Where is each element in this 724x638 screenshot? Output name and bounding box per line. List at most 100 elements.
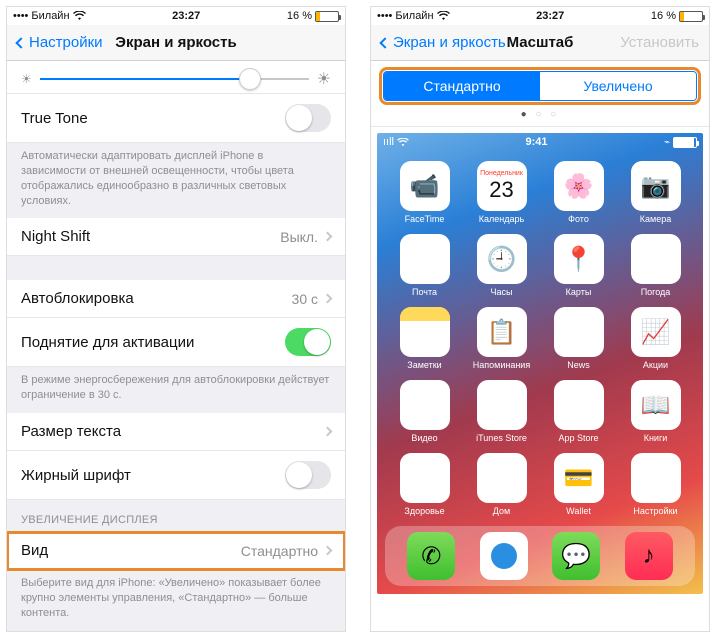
app-label: Заметки <box>407 360 441 370</box>
segmented-wrap: Стандартно Увеличено <box>371 61 709 107</box>
app-карты: 📍 Карты <box>543 234 614 297</box>
app-facetime: 📹 FaceTime <box>389 161 460 224</box>
app-фото: 🌸Фото <box>543 161 614 224</box>
app-label: FaceTime <box>405 214 445 224</box>
home-preview-wrap: ııll 9:41 ⌁ 📹 FaceTime Понедельник23Календ… <box>371 127 709 600</box>
back-button[interactable]: Настройки <box>17 34 103 51</box>
bold-text-toggle[interactable] <box>285 461 331 489</box>
raise-to-wake-toggle[interactable] <box>285 328 331 356</box>
back-button[interactable]: Экран и яркость <box>381 34 506 51</box>
wifi-icon <box>73 11 86 21</box>
акции-icon: 📈 <box>631 307 681 357</box>
signal-icon: •••• <box>13 10 28 22</box>
battery-pct: 16 % <box>651 10 676 22</box>
app-label: Акции <box>643 360 668 370</box>
app-настройки: ⚙︎Настройки <box>620 453 691 516</box>
app-книги: 📖 Книги <box>620 380 691 443</box>
chevron-right-icon <box>323 427 333 437</box>
auto-lock-value: 30 с <box>292 291 318 307</box>
home-screen-preview: ııll 9:41 ⌁ 📹 FaceTime Понедельник23Календ… <box>377 133 703 594</box>
wifi-icon <box>397 138 409 147</box>
phone-display-zoom: •••• Билайн 23:27 16 % Экран и яркость М… <box>370 6 710 632</box>
true-tone-label: True Tone <box>21 110 285 127</box>
app-заметки: Заметки <box>389 307 460 370</box>
app-label: Календарь <box>479 214 524 224</box>
bold-text-row: Жирный шрифт <box>7 451 345 500</box>
app-дом: ⌂ Дом <box>466 453 537 516</box>
view-value: Стандартно <box>241 543 318 559</box>
app-часы: 🕘Часы <box>466 234 537 297</box>
signal-icon: •••• <box>377 10 392 22</box>
chevron-left-icon <box>15 37 26 48</box>
raise-to-wake-label: Поднятие для активации <box>21 334 285 351</box>
signal-icon: ııll <box>383 136 394 148</box>
auto-lock-row[interactable]: Автоблокировка 30 с <box>7 280 345 318</box>
app-акции: 📈 Акции <box>620 307 691 370</box>
true-tone-note: Автоматически адаптировать дисплей iPhon… <box>7 143 345 218</box>
app-label: Напоминания <box>473 360 530 370</box>
status-bar: •••• Билайн 23:27 16 % <box>7 7 345 25</box>
page-dots: ● ○ ○ <box>371 107 709 127</box>
chevron-right-icon <box>323 294 333 304</box>
itunes store-icon: ★ <box>477 380 527 430</box>
app-label: News <box>567 360 590 370</box>
seg-zoomed[interactable]: Увеличено <box>540 72 696 100</box>
wifi-icon <box>437 11 450 21</box>
фото-icon: 🌸 <box>554 161 604 211</box>
погода-icon: ☀︎ <box>631 234 681 284</box>
text-size-row[interactable]: Размер текста <box>7 413 345 451</box>
app-grid: 📹 FaceTime Понедельник23Календарь🌸Фото📷Кам… <box>377 151 703 520</box>
app-календарь: Понедельник23Календарь <box>466 161 537 224</box>
battery-icon <box>673 137 697 148</box>
книги-icon: 📖 <box>631 380 681 430</box>
bold-text-label: Жирный шрифт <box>21 467 285 484</box>
видео-icon: ▶︎ <box>400 380 450 430</box>
dock-safari-icon <box>480 532 528 580</box>
settings-list: ☀︎ ☀︎ True Tone Автоматически адаптирова… <box>7 61 345 631</box>
app-label: Видео <box>411 433 437 443</box>
battery-icon <box>679 11 703 22</box>
app-здоровье: ♥ Здоровье <box>389 453 460 516</box>
set-button[interactable]: Установить <box>620 34 699 51</box>
preview-status-bar: ııll 9:41 ⌁ <box>377 133 703 151</box>
brightness-slider[interactable] <box>40 78 309 80</box>
app-камера: 📷Камера <box>620 161 691 224</box>
карты-icon: 📍 <box>554 234 604 284</box>
night-shift-value: Выкл. <box>280 229 318 245</box>
дом-icon: ⌂ <box>477 453 527 503</box>
nav-bar: Настройки Экран и яркость <box>7 25 345 61</box>
seg-standard[interactable]: Стандартно <box>384 72 540 100</box>
zoom-segmented-control: Стандартно Увеличено <box>383 71 697 101</box>
dock-music-icon: ♪ <box>625 532 673 580</box>
app-видео: ▶︎ Видео <box>389 380 460 443</box>
carrier: Билайн <box>31 10 69 22</box>
preview-time: 9:41 <box>525 136 547 148</box>
true-tone-toggle[interactable] <box>285 104 331 132</box>
text-size-label: Размер текста <box>21 423 324 440</box>
app-label: Почта <box>412 287 437 297</box>
wallet-icon: 💳 <box>554 453 604 503</box>
news-icon: N <box>554 307 604 357</box>
raise-to-wake-row: Поднятие для активации <box>7 318 345 367</box>
app-news: N News <box>543 307 614 370</box>
app-label: Здоровье <box>404 506 444 516</box>
app-label: Дом <box>493 506 510 516</box>
app-label: Карты <box>566 287 592 297</box>
app-почта: ✉︎Почта <box>389 234 460 297</box>
bluetooth-icon: ⌁ <box>664 137 670 148</box>
facetime-icon: 📹 <box>400 161 450 211</box>
app-погода: ☀︎Погода <box>620 234 691 297</box>
здоровье-icon: ♥ <box>400 453 450 503</box>
carrier: Билайн <box>395 10 433 22</box>
app-label: Настройки <box>633 506 677 516</box>
dock: ✆ 💬 ♪ <box>385 526 695 586</box>
app-label: Часы <box>491 287 513 297</box>
view-note: Выберите вид для iPhone: «Увеличено» пок… <box>7 570 345 631</box>
app-напоминания: 📋Напоминания <box>466 307 537 370</box>
app-wallet: 💳Wallet <box>543 453 614 516</box>
night-shift-row[interactable]: Night Shift Выкл. <box>7 218 345 256</box>
battery-icon <box>315 11 339 22</box>
back-label: Настройки <box>29 34 103 51</box>
view-row[interactable]: Вид Стандартно <box>7 532 345 570</box>
app-label: Книги <box>644 433 668 443</box>
